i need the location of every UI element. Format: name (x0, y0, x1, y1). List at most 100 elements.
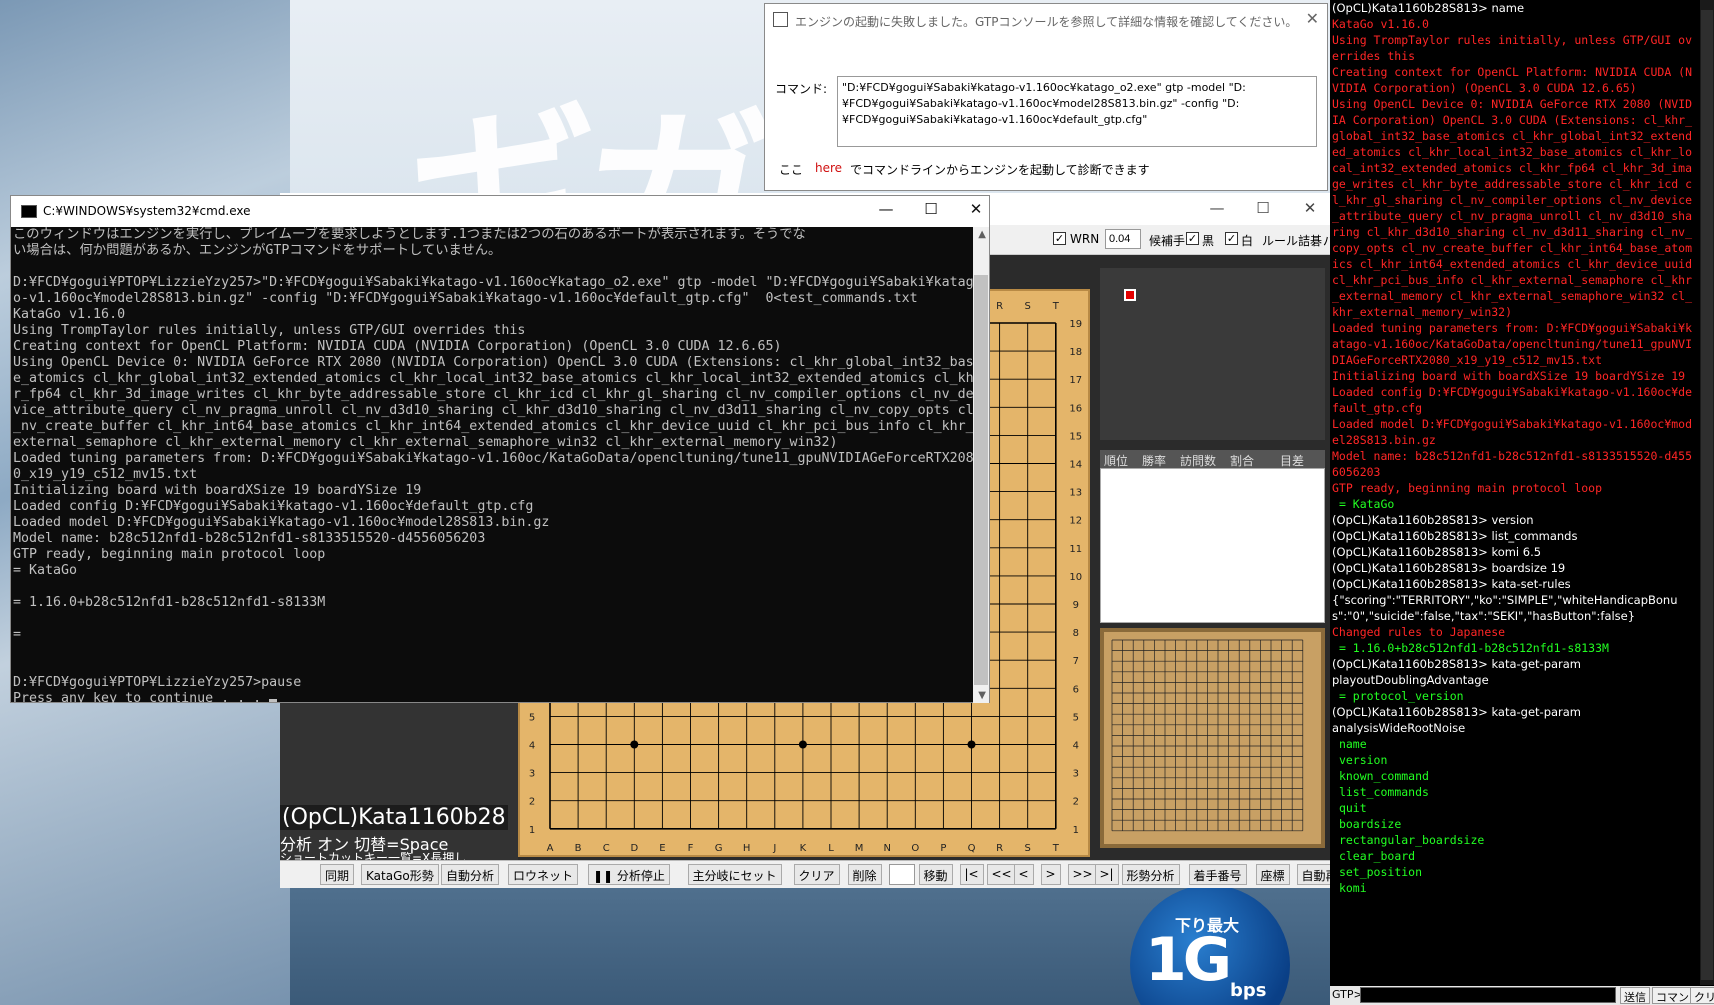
row-label: 2 (1073, 797, 1079, 808)
column-label: J (772, 843, 776, 854)
gtp-output[interactable]: (OpCL)Kata1160b28S813> name KataGo v1.16.… (1332, 0, 1698, 985)
text-cursor (269, 699, 278, 702)
star-point (798, 740, 807, 749)
clear-button[interactable]: クリア (1690, 987, 1714, 1004)
footer-suffix: でコマンドラインからエンジンを起動して診断できます (850, 163, 1150, 177)
toolbar-button[interactable]: >> (1067, 864, 1098, 885)
candidate-list[interactable] (1100, 468, 1325, 623)
mini-board[interactable] (1100, 628, 1325, 848)
cmd-line: Loaded model D:¥FCD¥gogui¥Sabaki¥katago-… (13, 515, 550, 530)
row-label: 6 (1073, 684, 1079, 695)
cmd-line: _nv_create_buffer cl_khr_int64_base_atom… (13, 419, 973, 434)
params-menu[interactable]: パラメータ (1323, 232, 1330, 249)
wrn-checkbox[interactable]: ✓ (1053, 232, 1066, 245)
close-icon[interactable]: ✕ (1295, 199, 1325, 217)
toolbar-button[interactable]: 着手番号 (1188, 864, 1247, 885)
cmd-scrollbar[interactable]: ▲ ▼ (973, 227, 989, 703)
tsumego-menu[interactable]: 詰碁 (1298, 232, 1322, 249)
row-label-left: 2 (529, 797, 535, 808)
minimize-icon[interactable]: — (871, 200, 901, 218)
header-ratio[interactable]: 割合 (1230, 452, 1254, 469)
row-label-left: 5 (529, 712, 535, 723)
gtp-line: GTP ready, beginning main protocol loop (1332, 481, 1603, 495)
row-label: 9 (1073, 600, 1079, 611)
gtp-line: version (1332, 753, 1388, 767)
gtp-command-input[interactable] (1360, 987, 1616, 1003)
rules-menu[interactable]: ルール (1262, 232, 1298, 249)
move-number-field[interactable] (888, 864, 915, 885)
gtp-line: komi (1332, 881, 1367, 895)
winrate-graph[interactable] (1100, 268, 1325, 440)
white-checkbox[interactable]: ✓ (1225, 232, 1238, 245)
cmd-titlebar[interactable]: C:¥WINDOWS¥system32¥cmd.exe — ☐ ✕ (11, 196, 989, 227)
cmd-line: Creating context for OpenCL Platform: NV… (13, 339, 782, 354)
cmd-line: い場合は、何か問題があるか、エンジンがGTPコマンドをサポートしていません。 (13, 243, 502, 258)
cmd-line: D:¥FCD¥gogui¥PTOP¥LizzieYzy257>pause (13, 675, 302, 690)
toolbar-button[interactable]: ❚❚ 分析停止 (588, 864, 670, 885)
gtp-line: known_command (1332, 769, 1429, 783)
cmd-line: r_fp64 cl_khr_3d_image_writes cl_khr_byt… (13, 387, 973, 402)
toolbar-button[interactable]: 削除 (847, 864, 882, 885)
gtp-line: clear_board (1332, 849, 1416, 863)
toolbar-button[interactable]: 同期 (320, 864, 355, 885)
cmd-output[interactable]: このウィンドウはエンジンを実行し、プレイムーブを要求しようとします.1つまたは2… (13, 227, 973, 703)
maximize-icon[interactable]: ☐ (1248, 199, 1278, 217)
cmd-line: Using TrompTaylor rules initially, unles… (13, 323, 526, 338)
close-icon[interactable]: ✕ (961, 200, 991, 218)
wrn-input[interactable] (1105, 229, 1141, 249)
minimize-icon[interactable]: — (1202, 199, 1232, 217)
gtp-inputbar: GTP> 送信 コマンド クリア (1330, 986, 1714, 1005)
column-label: E (659, 843, 665, 854)
here-link[interactable]: here (815, 161, 842, 175)
gtp-scrollbar[interactable] (1700, 0, 1714, 985)
close-icon[interactable]: ✕ (1306, 9, 1319, 28)
candidate-label: 候補手 (1149, 234, 1186, 248)
scroll-down-icon[interactable]: ▼ (978, 690, 986, 701)
gtp-line: analysisWideRootNoise (1332, 721, 1466, 735)
gtp-scroll-thumb[interactable] (1701, 10, 1713, 980)
cmd-line: Initializing board with boardXSize 19 bo… (13, 483, 422, 498)
row-label: 12 (1069, 516, 1082, 527)
toolbar-button[interactable]: >| (1094, 864, 1119, 885)
column-label: R (996, 843, 1003, 854)
toolbar-button[interactable]: << (986, 864, 1017, 885)
row-label: 3 (1073, 769, 1079, 780)
toolbar-button[interactable]: 主分岐にセット (687, 864, 782, 885)
column-label: G (715, 843, 723, 854)
cmd-scroll-thumb[interactable] (974, 275, 988, 685)
send-button[interactable]: 送信 (1620, 987, 1650, 1004)
toolbar-button[interactable]: > (1040, 864, 1061, 885)
row-label: 10 (1069, 572, 1082, 583)
toolbar-button[interactable]: ロウネット (508, 864, 579, 885)
cmd-line: Model name: b28c512nfd1-b28c512nfd1-s813… (13, 531, 486, 546)
header-rank[interactable]: 順位 (1104, 452, 1128, 469)
gtp-line: {"scoring":"TERRITORY","ko":"SIMPLE","wh… (1332, 593, 1678, 623)
toolbar-button[interactable]: 移動 (918, 864, 953, 885)
header-visits[interactable]: 訪問数 (1180, 452, 1216, 469)
header-winrate[interactable]: 勝率 (1142, 452, 1166, 469)
gtp-line: (OpCL)Kata1160b28S813> kata-get-param (1332, 657, 1582, 671)
row-label: 5 (1073, 712, 1079, 723)
scroll-up-icon[interactable]: ▲ (978, 229, 986, 240)
toolbar-button[interactable]: < (1013, 864, 1034, 885)
cmd-line: vice_attribute_query cl_nv_pragma_unroll… (13, 403, 973, 418)
maximize-icon[interactable]: ☐ (916, 200, 946, 218)
toolbar-button[interactable]: 座標 (1255, 864, 1290, 885)
header-score[interactable]: 目差 (1280, 452, 1304, 469)
engine-error-dialog: エンジンの起動に失敗しました。GTPコンソールを参照して詳細な情報を確認してくだ… (764, 3, 1328, 191)
cmd-line: Using OpenCL Device 0: NVIDIA GeForce RT… (13, 355, 973, 370)
black-checkbox[interactable]: ✓ (1186, 232, 1199, 245)
gtp-line: Loaded tuning parameters from: D:¥FCD¥go… (1332, 321, 1693, 367)
toolbar-button[interactable]: 形勢分析 (1121, 864, 1180, 885)
gtp-line: (OpCL)Kata1160b28S813> version (1332, 513, 1534, 527)
row-label: 4 (1073, 741, 1079, 752)
toolbar-button[interactable]: KataGo形勢 (361, 864, 439, 885)
toolbar-button[interactable]: クリア (793, 864, 840, 885)
mini-board-canvas (1111, 639, 1304, 832)
row-label-left: 3 (529, 769, 535, 780)
lizzie-right-panel: 順位 勝率 訪問数 割合 目差 (1100, 268, 1330, 888)
toolbar-button[interactable]: |< (959, 864, 984, 885)
toolbar-button[interactable]: 自動分析 (441, 864, 500, 885)
gtp-line: (OpCL)Kata1160b28S813> kata-get-param (1332, 705, 1582, 719)
command-textarea[interactable]: "D:¥FCD¥gogui¥Sabaki¥katago-v1.160oc¥kat… (837, 76, 1317, 147)
